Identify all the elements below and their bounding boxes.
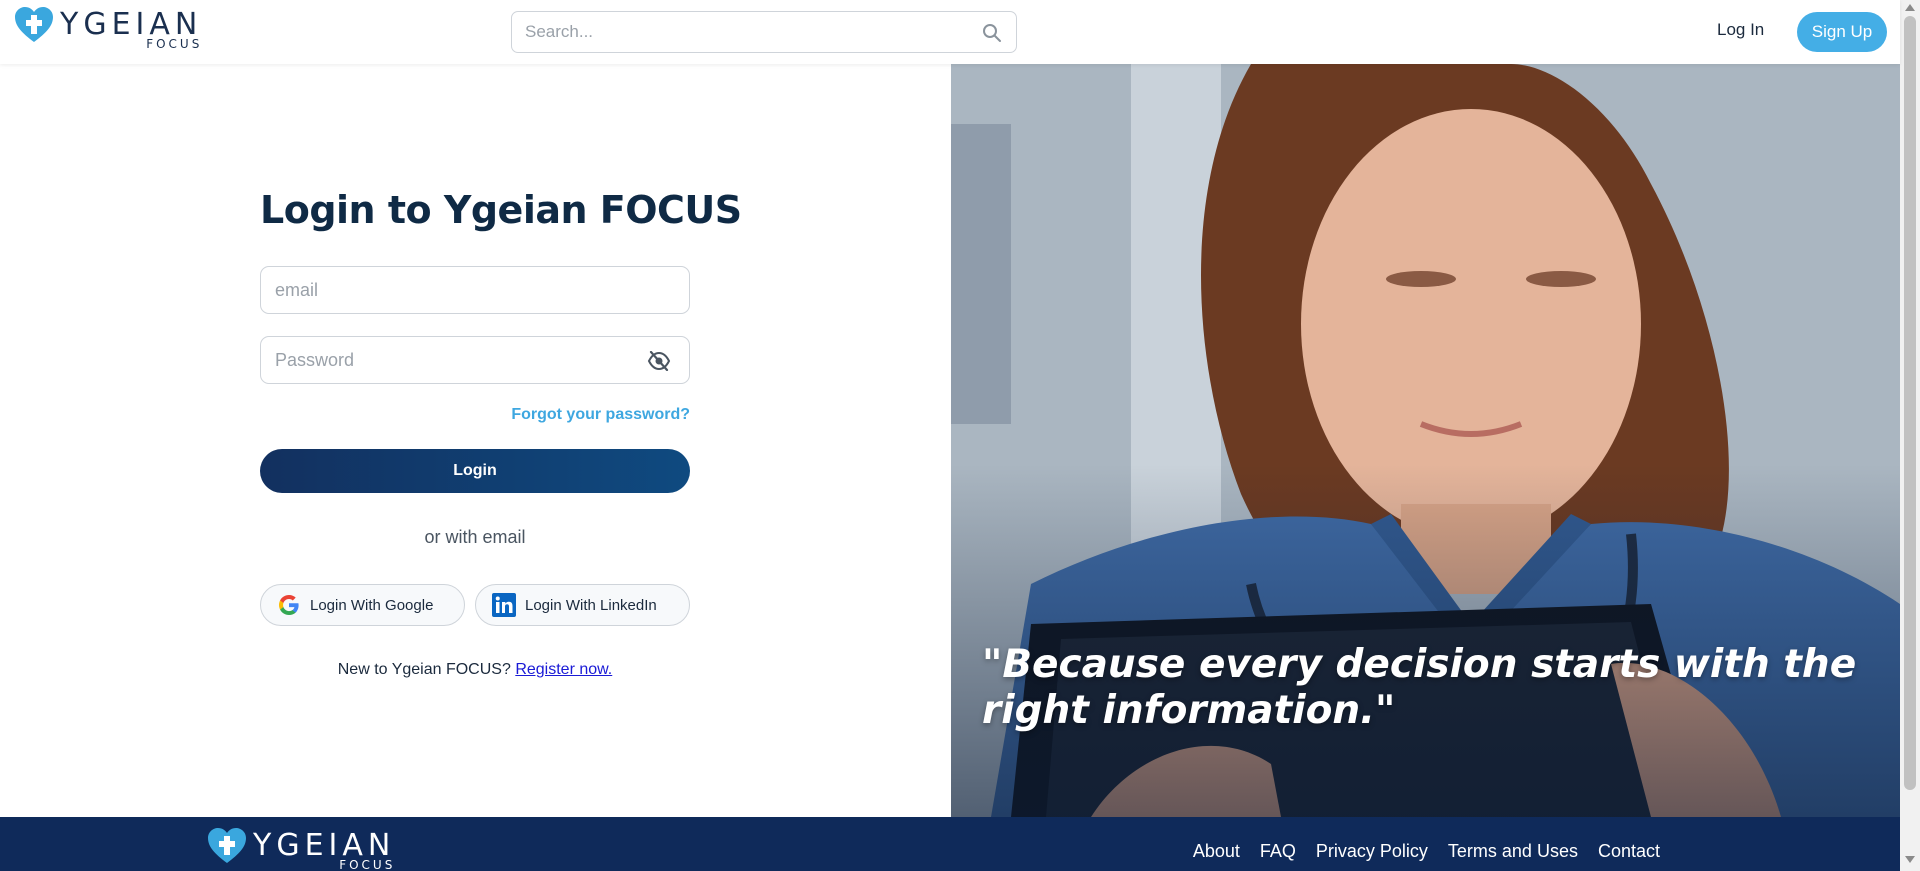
footer-link-contact[interactable]: Contact bbox=[1598, 841, 1660, 862]
linkedin-login-button[interactable]: Login With LinkedIn bbox=[475, 584, 690, 626]
search-input[interactable] bbox=[525, 12, 965, 52]
forgot-password-link[interactable]: Forgot your password? bbox=[511, 406, 690, 424]
email-field[interactable] bbox=[275, 267, 635, 313]
footer-link-privacy[interactable]: Privacy Policy bbox=[1316, 841, 1428, 862]
footer-link-faq[interactable]: FAQ bbox=[1260, 841, 1296, 862]
hero-image: "Because every decision starts with the … bbox=[951, 64, 1900, 817]
footer-links: About FAQ Privacy Policy Terms and Uses … bbox=[1193, 841, 1660, 862]
or-divider-text: or with email bbox=[424, 527, 526, 547]
page-title: Login to Ygeian FOCUS bbox=[260, 188, 742, 232]
footer-logo-word: YGEIAN bbox=[253, 828, 396, 863]
login-page: YGEIAN FOCUS Log In Sign Up Login to Yge… bbox=[0, 0, 1920, 871]
signup-button[interactable]: Sign Up bbox=[1797, 12, 1887, 52]
hero-quote: "Because every decision starts with the … bbox=[982, 642, 1857, 733]
header-logo[interactable]: YGEIAN FOCUS bbox=[14, 6, 202, 50]
register-prompt: New to Ygeian FOCUS? Register now. bbox=[260, 661, 690, 679]
footer-logo-sub: FOCUS bbox=[339, 858, 396, 871]
password-field[interactable] bbox=[275, 337, 635, 383]
google-icon bbox=[279, 595, 299, 615]
footer-logo-text: YGEIAN FOCUS bbox=[253, 828, 396, 871]
linkedin-login-label: Login With LinkedIn bbox=[525, 596, 657, 614]
scroll-down-icon[interactable] bbox=[1905, 856, 1915, 863]
password-field-box bbox=[260, 336, 690, 384]
page-scrollbar[interactable] bbox=[1900, 0, 1920, 871]
linkedin-icon bbox=[492, 593, 516, 617]
header-login-link[interactable]: Log In bbox=[1717, 20, 1764, 40]
top-header: YGEIAN FOCUS Log In Sign Up bbox=[0, 0, 1900, 64]
register-link[interactable]: Register now. bbox=[515, 661, 612, 678]
footer: YGEIAN FOCUS About FAQ Privacy Policy Te… bbox=[0, 817, 1900, 871]
footer-link-about[interactable]: About bbox=[1193, 841, 1240, 862]
eye-off-icon[interactable] bbox=[647, 351, 671, 371]
scroll-up-icon[interactable] bbox=[1905, 4, 1915, 11]
heart-cross-icon bbox=[15, 7, 53, 42]
footer-link-terms[interactable]: Terms and Uses bbox=[1448, 841, 1578, 862]
logo-word: YGEIAN bbox=[60, 7, 203, 42]
heart-cross-icon bbox=[208, 828, 246, 863]
scrollbar-thumb[interactable] bbox=[1904, 16, 1916, 790]
email-field-box bbox=[260, 266, 690, 314]
login-button[interactable]: Login bbox=[260, 449, 690, 493]
logo-text: YGEIAN FOCUS bbox=[60, 7, 203, 51]
login-form: Login to Ygeian FOCUS Forgot your passwo… bbox=[260, 180, 742, 678]
search-icon[interactable] bbox=[982, 23, 1002, 43]
footer-logo[interactable]: YGEIAN FOCUS bbox=[207, 827, 395, 871]
search-bar bbox=[511, 11, 1017, 53]
google-login-label: Login With Google bbox=[310, 596, 434, 614]
logo-sub: FOCUS bbox=[146, 37, 203, 51]
google-login-button[interactable]: Login With Google bbox=[260, 584, 465, 626]
register-prompt-text: New to Ygeian FOCUS? bbox=[337, 661, 511, 678]
